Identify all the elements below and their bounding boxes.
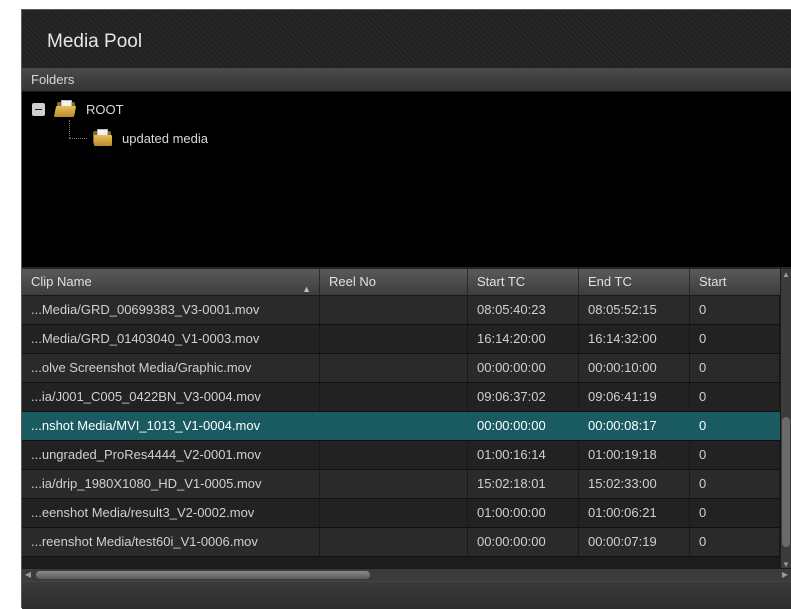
cell-reel-no: [320, 441, 468, 469]
cell-end-tc: 08:05:52:15: [579, 296, 690, 324]
folder-open-icon: [53, 100, 77, 118]
folder-icon: [91, 129, 113, 147]
column-header-reel-no[interactable]: Reel No: [320, 269, 468, 295]
cell-start-tc: 15:02:18:01: [468, 470, 579, 498]
cell-clip-name: ...Media/GRD_00699383_V3-0001.mov: [22, 296, 320, 324]
cell-start-tc: 00:00:00:00: [468, 354, 579, 382]
column-header-label: Start: [699, 274, 727, 289]
cell-start: 0: [690, 412, 780, 440]
table-row[interactable]: ...ia/J001_C005_0422BN_V3-0004.mov 09:06:…: [22, 383, 780, 412]
cell-clip-name: ...Media/GRD_01403040_V1-0003.mov: [22, 325, 320, 353]
vertical-scrollbar[interactable]: ▲ ▼: [780, 269, 791, 571]
tree-item-updated-media[interactable]: updated media: [91, 127, 208, 149]
table-row[interactable]: ...ia/drip_1980X1080_HD_V1-0005.mov 15:02…: [22, 470, 780, 499]
table-row[interactable]: ...eenshot Media/result3_V2-0002.mov 01:0…: [22, 499, 780, 528]
column-header-label: Start TC: [477, 274, 526, 289]
cell-end-tc: 00:00:07:19: [579, 528, 690, 556]
tree-item-label: ROOT: [86, 101, 124, 117]
cell-start: 0: [690, 325, 780, 353]
table-row[interactable]: ...Media/GRD_01403040_V1-0003.mov 16:14:2…: [22, 325, 780, 354]
clip-list-header: Clip Name ▲ Reel No Start TC End TC Star…: [22, 269, 780, 296]
cell-clip-name: ...nshot Media/MVI_1013_V1-0004.mov: [22, 412, 320, 440]
column-header-start-tc[interactable]: Start TC: [468, 269, 579, 295]
cell-start: 0: [690, 470, 780, 498]
cell-start: 0: [690, 383, 780, 411]
horizontal-scroll-thumb[interactable]: [36, 571, 370, 579]
collapse-icon[interactable]: [32, 102, 45, 116]
cell-start: 0: [690, 296, 780, 324]
cell-reel-no: [320, 412, 468, 440]
scroll-left-icon[interactable]: ◀: [22, 569, 34, 581]
column-header-end-tc[interactable]: End TC: [579, 269, 690, 295]
tree-connector: [69, 138, 87, 139]
cell-clip-name: ...ungraded_ProRes4444_V2-0001.mov: [22, 441, 320, 469]
horizontal-scrollbar[interactable]: ◀ ▶: [22, 568, 791, 581]
title-bar: Media Pool: [22, 10, 791, 68]
clip-list: Clip Name ▲ Reel No Start TC End TC Star…: [22, 269, 791, 571]
cell-end-tc: 00:00:10:00: [579, 354, 690, 382]
cell-start: 0: [690, 441, 780, 469]
cell-clip-name: ...olve Screenshot Media/Graphic.mov: [22, 354, 320, 382]
column-header-start[interactable]: Start: [690, 269, 780, 295]
cell-start: 0: [690, 354, 780, 382]
cell-start-tc: 00:00:00:00: [468, 528, 579, 556]
cell-reel-no: [320, 354, 468, 382]
cell-reel-no: [320, 499, 468, 527]
cell-start: 0: [690, 528, 780, 556]
cell-end-tc: 01:00:06:21: [579, 499, 690, 527]
column-header-label: End TC: [588, 274, 632, 289]
cell-reel-no: [320, 528, 468, 556]
cell-end-tc: 01:00:19:18: [579, 441, 690, 469]
cell-start-tc: 08:05:40:23: [468, 296, 579, 324]
cell-start-tc: 01:00:16:14: [468, 441, 579, 469]
media-pool-panel: Media Pool Folders ROOT updated media Cl…: [21, 9, 791, 609]
folders-header: Folders: [22, 68, 791, 92]
cell-clip-name: ...ia/J001_C005_0422BN_V3-0004.mov: [22, 383, 320, 411]
cell-end-tc: 16:14:32:00: [579, 325, 690, 353]
cell-clip-name: ...ia/drip_1980X1080_HD_V1-0005.mov: [22, 470, 320, 498]
cell-start-tc: 00:00:00:00: [468, 412, 579, 440]
tree-connector: [69, 120, 70, 138]
column-header-clip-name[interactable]: Clip Name ▲: [22, 269, 320, 295]
cell-start: 0: [690, 499, 780, 527]
table-row[interactable]: ...ungraded_ProRes4444_V2-0001.mov 01:00:…: [22, 441, 780, 470]
tree-item-label: updated media: [122, 130, 209, 146]
folders-label: Folders: [31, 72, 75, 87]
panel-footer: [22, 581, 791, 609]
cell-clip-name: ...reenshot Media/test60i_V1-0006.mov: [22, 528, 320, 556]
cell-start-tc: 09:06:37:02: [468, 383, 579, 411]
cell-reel-no: [320, 470, 468, 498]
table-row[interactable]: ...Media/GRD_00699383_V3-0001.mov 08:05:4…: [22, 296, 780, 325]
cell-start-tc: 01:00:00:00: [468, 499, 579, 527]
cell-reel-no: [320, 383, 468, 411]
folder-tree: ROOT updated media: [22, 92, 791, 267]
tree-item-root[interactable]: ROOT: [32, 98, 124, 120]
cell-reel-no: [320, 296, 468, 324]
column-header-label: Reel No: [329, 274, 376, 289]
cell-end-tc: 15:02:33:00: [579, 470, 690, 498]
scroll-right-icon[interactable]: ▶: [779, 569, 791, 581]
scroll-up-icon[interactable]: ▲: [781, 269, 791, 281]
table-row[interactable]: ...nshot Media/MVI_1013_V1-0004.mov 00:00…: [22, 412, 780, 441]
cell-end-tc: 00:00:08:17: [579, 412, 690, 440]
vertical-scroll-thumb[interactable]: [782, 417, 790, 547]
cell-start-tc: 16:14:20:00: [468, 325, 579, 353]
cell-end-tc: 09:06:41:19: [579, 383, 690, 411]
column-header-label: Clip Name: [31, 274, 92, 289]
panel-title: Media Pool: [47, 31, 143, 52]
cell-clip-name: ...eenshot Media/result3_V2-0002.mov: [22, 499, 320, 527]
table-row[interactable]: ...olve Screenshot Media/Graphic.mov 00:0…: [22, 354, 780, 383]
cell-reel-no: [320, 325, 468, 353]
table-row[interactable]: ...reenshot Media/test60i_V1-0006.mov 00:…: [22, 528, 780, 557]
